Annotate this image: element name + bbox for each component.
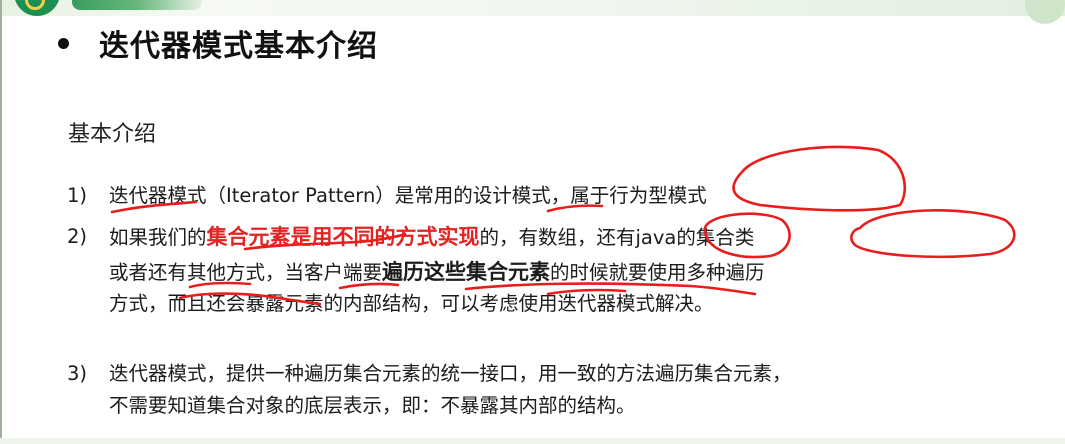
highlighted-phrase: 集合元素是用不同的方式实现	[206, 225, 480, 249]
list-item-line-1: 迭代器模式，提供一种遍历集合元素的统一接口，用一致的方法遍历集合元素，	[109, 362, 792, 385]
circle-java-collections	[850, 209, 1016, 259]
text-segment: 如果我们的	[109, 226, 207, 249]
slide-title: 迭代器模式基本介绍	[99, 29, 378, 64]
brand-wordmark-decoration	[72, 0, 202, 10]
bottom-decoration-strip	[0, 438, 1065, 444]
circle-behavioral-pattern	[732, 145, 907, 212]
bullet-icon	[58, 37, 69, 49]
corner-decoration	[1025, 0, 1065, 24]
list-item-line-2: 或者还有其他方式，当客户端要遍历这些集合元素的时候就要使用多种遍历	[109, 257, 765, 288]
list-item-line-3: 方式，而且还会暴露元素的内部结构，可以考虑使用迭代器模式解决。	[109, 292, 714, 315]
text-segment: 或者还有其他方式，当客户端要	[109, 261, 383, 284]
text-segment: 的，有数组，还有java的集合类	[479, 226, 755, 249]
list-item-text: 迭代器模式（Iterator Pattern）是常用的设计模式，属于行为型模式	[109, 184, 707, 207]
list-item-line-1: 如果我们的集合元素是用不同的方式实现的，有数组，还有java的集合类	[109, 222, 754, 253]
list-item-number: 2)	[67, 225, 88, 248]
bold-phrase: 遍历这些集合元素	[382, 260, 551, 284]
list-item-line-2: 不需要知道集合对象的底层表示，即：不暴露其内部的结构。	[109, 394, 636, 417]
section-subheading: 基本介绍	[68, 122, 157, 147]
text-segment: 的时候就要使用多种遍历	[550, 261, 765, 284]
left-border-rule	[0, 0, 2, 444]
list-item-number: 3)	[67, 362, 88, 385]
list-item-number: 1)	[67, 184, 88, 207]
slide-title-row: 迭代器模式基本介绍	[58, 20, 378, 66]
